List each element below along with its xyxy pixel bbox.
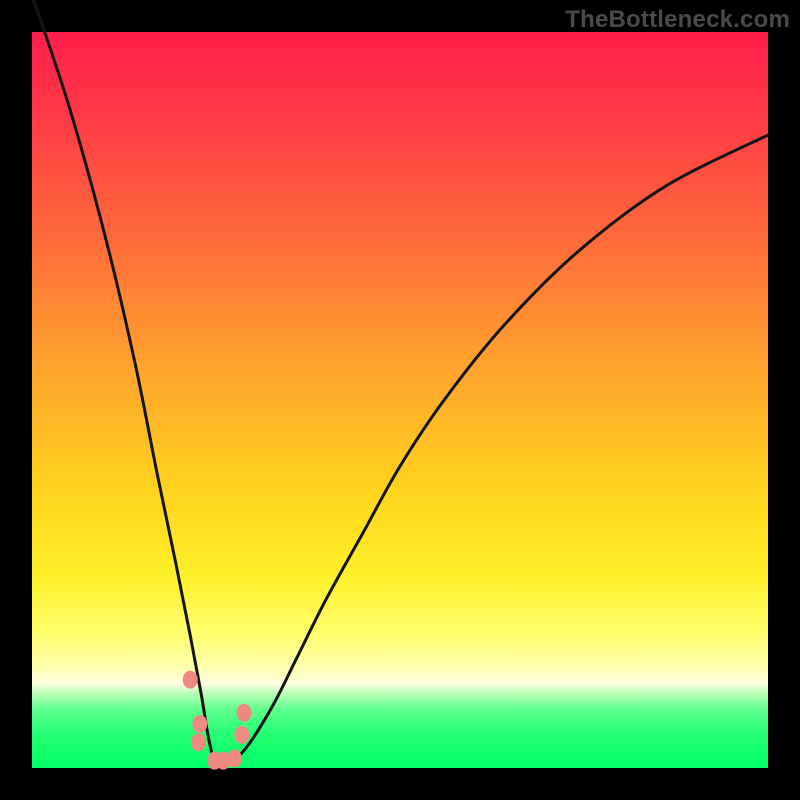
data-marker <box>191 733 206 751</box>
data-marker <box>192 715 207 733</box>
data-marker <box>227 749 242 767</box>
data-marker <box>234 726 249 744</box>
data-marker <box>236 704 251 722</box>
bottleneck-curve <box>32 0 768 767</box>
data-marker <box>183 671 198 689</box>
watermark-text: TheBottleneck.com <box>565 6 790 34</box>
chart-frame: TheBottleneck.com <box>0 0 800 800</box>
curve-layer <box>0 0 800 800</box>
